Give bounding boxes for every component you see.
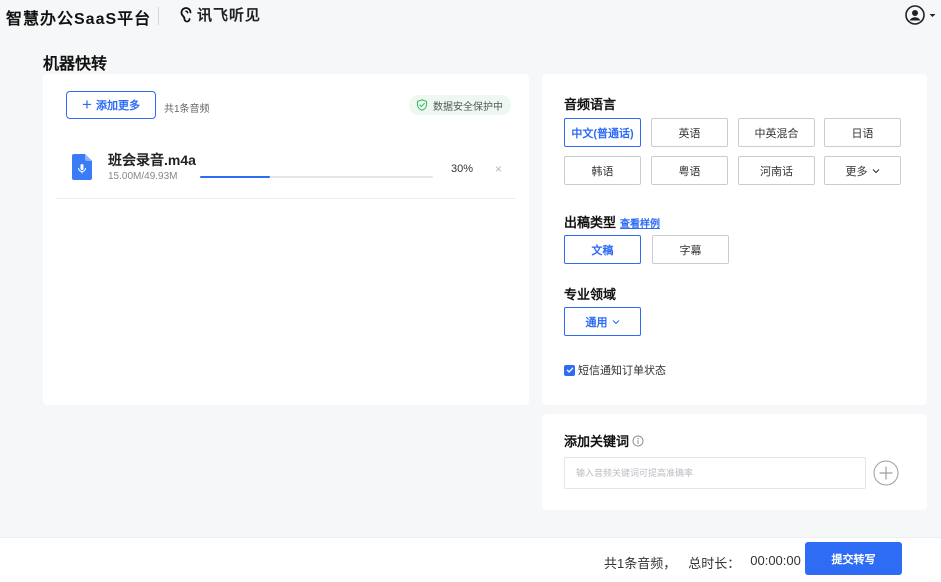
file-name: 班会录音.m4a	[108, 152, 196, 168]
view-sample-link[interactable]: 查看样例	[620, 215, 660, 230]
iflyrec-logo[interactable]: 讯飞听见	[177, 4, 261, 25]
language-title: 音频语言	[564, 97, 617, 112]
domain-select[interactable]: 通用	[564, 307, 641, 336]
submit-transcribe-button[interactable]: 提交转写	[805, 542, 902, 575]
sms-notify-checkbox[interactable]	[564, 364, 575, 376]
user-menu[interactable]	[905, 5, 937, 25]
settings-panel: 音频语言 中文(普通话) 英语 中英混合 日语 韩语 粤语 河南话 更多 出稿类…	[542, 74, 927, 405]
plus-icon: +	[82, 94, 92, 114]
chevron-down-icon	[872, 168, 879, 173]
lang-label: 中英混合	[754, 127, 799, 140]
lang-label: 英语	[678, 127, 701, 140]
security-text: 数据安全保护中	[433, 101, 503, 113]
keyword-input[interactable]	[564, 457, 866, 489]
lang-label: 更多	[845, 165, 868, 178]
file-row: 班会录音.m4a 15.00M/49.93M 30% ×	[56, 136, 516, 199]
upload-progress-fill	[200, 176, 270, 178]
top-bar: 智慧办公SaaS平台 讯飞听见	[0, 0, 941, 32]
brand-title: 智慧办公SaaS平台	[6, 11, 152, 28]
output-option-subtitle[interactable]: 字幕	[652, 235, 729, 264]
page-title: 机器快转	[43, 56, 108, 73]
brand-divider	[158, 7, 159, 25]
lang-option-more[interactable]: 更多	[824, 156, 901, 185]
lang-option-henan[interactable]: 河南话	[738, 156, 815, 185]
keyword-panel: 添加关键词	[542, 414, 927, 510]
add-keyword-icon[interactable]	[873, 460, 899, 486]
lang-label: 河南话	[760, 165, 793, 178]
sms-notify-label: 短信通知订单状态	[578, 365, 666, 377]
user-avatar-icon	[905, 5, 925, 25]
keyword-title: 添加关键词	[564, 434, 630, 449]
remove-file-icon[interactable]: ×	[495, 162, 502, 176]
lang-label: 日语	[851, 127, 874, 140]
add-more-label: 添加更多	[95, 100, 140, 112]
lang-option-korean[interactable]: 韩语	[564, 156, 641, 185]
summary-count: 共1条音频，	[604, 556, 677, 571]
output-label: 字幕	[679, 244, 702, 257]
upload-panel: + 添加更多 共1条音频 数据安全保护中 班会录音.m4a 15.00M/49.…	[43, 74, 529, 405]
lang-label: 中文(普通话)	[571, 127, 634, 140]
domain-value: 通用	[585, 316, 608, 329]
chevron-down-icon	[612, 319, 619, 324]
lang-option-mixed[interactable]: 中英混合	[738, 118, 815, 147]
duration-value: 00:00:00	[750, 553, 801, 568]
upload-progress-percent: 30%	[451, 163, 474, 175]
audio-count: 共1条音频	[164, 104, 210, 115]
info-icon[interactable]	[632, 435, 644, 447]
output-label: 文稿	[591, 244, 614, 257]
keyword-title-row: 添加关键词	[564, 431, 644, 450]
upload-progress-bar	[200, 176, 433, 178]
caret-down-icon	[929, 13, 936, 17]
lang-option-japanese[interactable]: 日语	[824, 118, 901, 147]
logo-text: 讯飞听见	[197, 7, 262, 24]
output-type-title: 出稿类型	[564, 215, 617, 230]
bottom-bar: 共1条音频， 总时长： 00:00:00 提交转写	[0, 537, 941, 582]
output-option-transcript[interactable]: 文稿	[564, 235, 641, 264]
lang-option-english[interactable]: 英语	[651, 118, 728, 147]
domain-title: 专业领域	[564, 287, 617, 302]
security-badge: 数据安全保护中	[409, 95, 511, 115]
audio-file-icon	[72, 154, 92, 180]
check-icon	[566, 367, 573, 373]
add-more-button[interactable]: + 添加更多	[66, 91, 156, 119]
ear-logo-icon	[180, 6, 192, 22]
shield-check-icon	[416, 99, 428, 111]
duration-label: 总时长：	[688, 556, 741, 571]
lang-option-mandarin[interactable]: 中文(普通话)	[564, 118, 641, 147]
lang-label: 粤语	[678, 165, 701, 178]
sms-notify-row: 短信通知订单状态	[564, 362, 666, 378]
file-size: 15.00M/49.93M	[108, 171, 178, 182]
lang-option-cantonese[interactable]: 粤语	[651, 156, 728, 185]
summary: 共1条音频， 总时长： 00:00:00	[604, 553, 801, 572]
lang-label: 韩语	[591, 165, 614, 178]
